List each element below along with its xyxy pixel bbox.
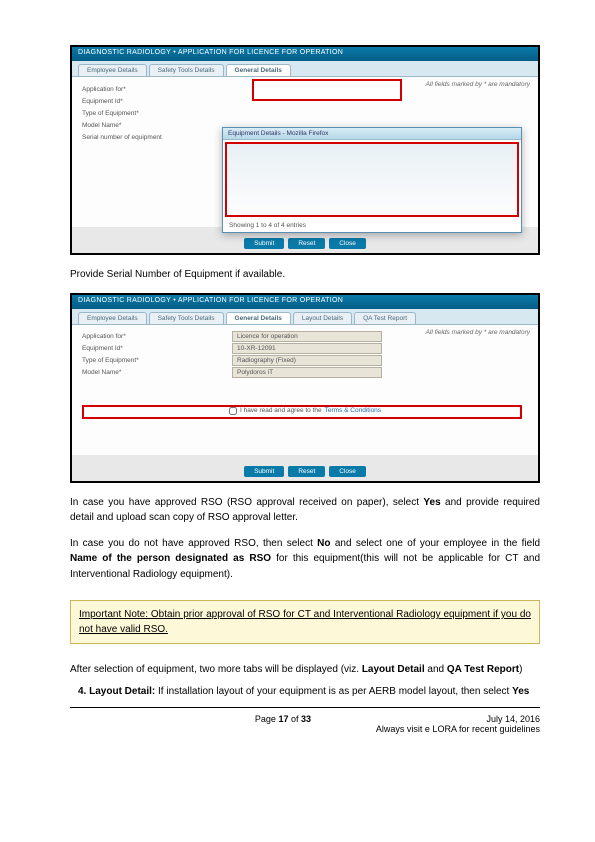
modal-title: Equipment Details - Mozilla Firefox <box>223 128 521 140</box>
label-application-for: Application for* <box>82 86 232 93</box>
close-button-2[interactable]: Close <box>329 466 366 477</box>
reset-button[interactable]: Reset <box>288 238 325 249</box>
value-model-name[interactable]: Polydoros iT <box>232 367 382 378</box>
important-note-box: Important Note: Obtain prior approval of… <box>70 600 540 644</box>
highlight-serial-row <box>82 405 522 419</box>
label-type-equipment-2: Type of Equipment* <box>82 357 232 364</box>
tab-general-details-2[interactable]: General Details <box>226 312 291 324</box>
page-footer: Page 17 of 33 July 14, 2016 Always visit… <box>70 708 540 734</box>
reset-button-2[interactable]: Reset <box>288 466 325 477</box>
screenshot-general-details: DIAGNOSTIC RADIOLOGY • APPLICATION FOR L… <box>70 45 540 255</box>
paragraph-no-rso: In case you do not have approved RSO, th… <box>70 536 540 583</box>
modal-footer: Showing 1 to 4 of 4 entries <box>223 219 521 232</box>
tab-general-details[interactable]: General Details <box>226 64 291 76</box>
tab-bar-2: Employee Details Safety Tools Details Ge… <box>72 309 538 325</box>
tab-qa-test-report[interactable]: QA Test Report <box>354 312 416 324</box>
label-model-name-2: Model Name* <box>82 369 232 376</box>
value-application-for[interactable]: Licence for operation <box>232 331 382 342</box>
submit-button[interactable]: Submit <box>244 238 284 249</box>
app-header: DIAGNOSTIC RADIOLOGY • APPLICATION FOR L… <box>72 47 538 61</box>
label-type-equipment: Type of Equipment* <box>82 110 232 117</box>
label-model-name: Model Name* <box>82 122 232 129</box>
label-serial-number: Serial number of equipment <box>82 134 232 141</box>
submit-button-2[interactable]: Submit <box>244 466 284 477</box>
paragraph-approved-rso: In case you have approved RSO (RSO appro… <box>70 495 540 526</box>
tab-employee-details-2[interactable]: Employee Details <box>78 312 147 324</box>
equipment-modal: Equipment Details - Mozilla Firefox Show… <box>222 127 522 233</box>
app-header-2: DIAGNOSTIC RADIOLOGY • APPLICATION FOR L… <box>72 295 538 309</box>
tab-safety-tools-2[interactable]: Safety Tools Details <box>149 312 224 324</box>
highlight-dropdown <box>252 79 402 101</box>
footer-guideline: Always visit e LORA for recent guideline… <box>376 724 540 734</box>
value-type-equipment[interactable]: Radiography (Fixed) <box>232 355 382 366</box>
modal-body-highlight <box>225 142 519 217</box>
caption-serial-number: Provide Serial Number of Equipment if av… <box>70 267 540 283</box>
mandatory-note-2: All fields marked by * are mandatory <box>426 329 530 336</box>
screenshot-general-details-filled: DIAGNOSTIC RADIOLOGY • APPLICATION FOR L… <box>70 293 540 483</box>
tab-employee-details[interactable]: Employee Details <box>78 64 147 76</box>
tab-safety-tools[interactable]: Safety Tools Details <box>149 64 224 76</box>
label-equipment-id: Equipment Id* <box>82 98 232 105</box>
button-bar: Submit Reset Close <box>72 238 538 249</box>
after-selection-text: After selection of equipment, two more t… <box>70 662 540 678</box>
tab-layout-details[interactable]: Layout Details <box>293 312 352 324</box>
label-equipment-id-2: Equipment Id* <box>82 345 232 352</box>
mandatory-note: All fields marked by * are mandatory <box>426 81 530 88</box>
button-bar-2: Submit Reset Close <box>72 466 538 477</box>
footer-date: July 14, 2016 <box>376 714 540 724</box>
form-area-2: All fields marked by * are mandatory App… <box>72 325 538 455</box>
page-number: Page 17 of 33 <box>190 714 376 734</box>
value-equipment-id[interactable]: 10-XR-12091 <box>232 343 382 354</box>
footer-right: July 14, 2016 Always visit e LORA for re… <box>376 714 540 734</box>
close-button[interactable]: Close <box>329 238 366 249</box>
tab-bar: Employee Details Safety Tools Details Ge… <box>72 61 538 77</box>
label-application-for-2: Application for* <box>82 333 232 340</box>
list-item-4: 4. Layout Detail: If installation layout… <box>70 684 540 700</box>
